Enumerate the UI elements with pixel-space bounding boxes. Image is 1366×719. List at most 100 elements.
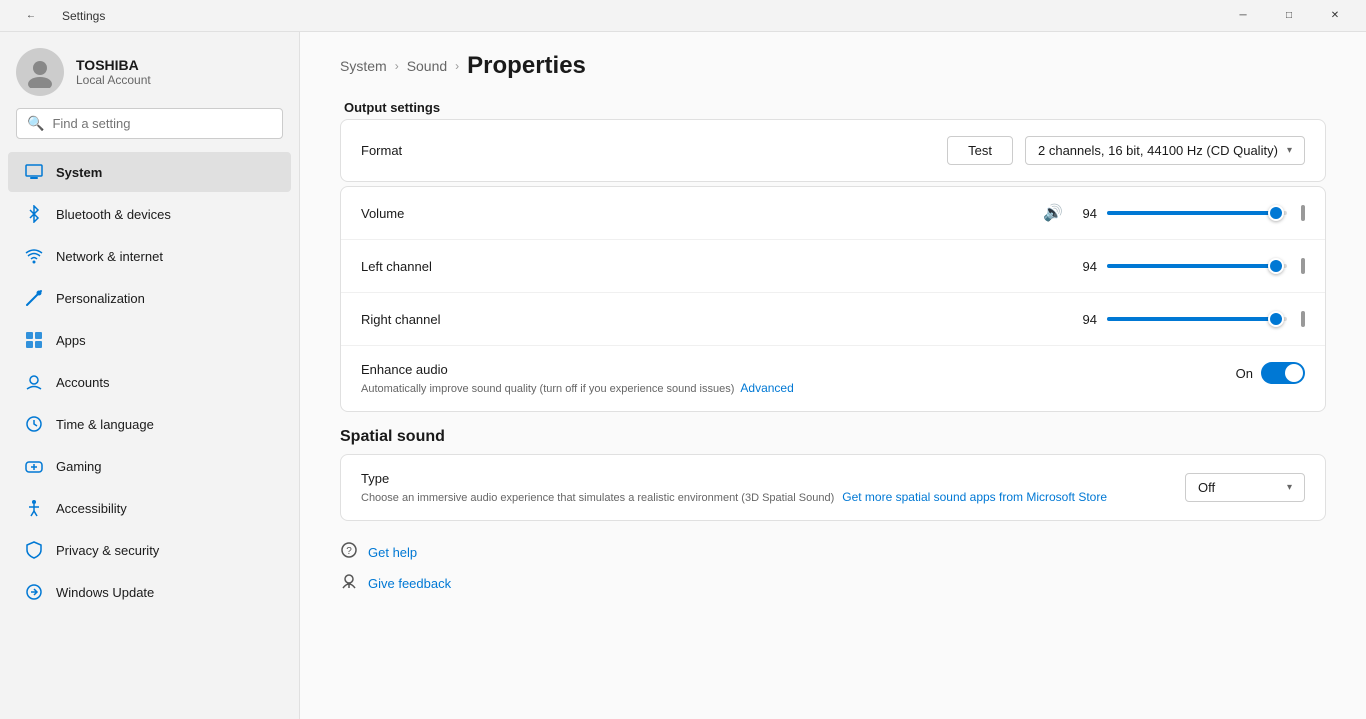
volume-control: 🔊 94 [1043,203,1305,223]
time-icon [24,414,44,434]
right-channel-value: 94 [1073,312,1097,327]
store-link[interactable]: Get more spatial sound apps from Microso… [842,490,1107,504]
sidebar-item-bluetooth[interactable]: Bluetooth & devices [8,194,291,234]
sidebar-label-accessibility: Accessibility [56,501,127,516]
back-button[interactable]: ← [8,0,54,32]
volume-slider[interactable] [1107,203,1287,223]
sidebar-label-privacy: Privacy & security [56,543,159,558]
toggle-knob [1285,364,1303,382]
titlebar-left: ← Settings [8,0,105,32]
sidebar-label-apps: Apps [56,333,86,348]
sidebar-item-update[interactable]: Windows Update [8,572,291,612]
volume-icon: 🔊 [1043,203,1063,223]
volume-thumb[interactable] [1268,205,1284,221]
close-button[interactable]: ✕ [1312,0,1358,32]
sidebar-item-system[interactable]: System [8,152,291,192]
footer-links: ? Get help Give feedback [340,541,1326,595]
maximize-button[interactable]: □ [1266,0,1312,32]
output-settings-header: Output settings [340,100,1326,115]
main-content: System › Sound › Properties Output setti… [300,32,1366,719]
spatial-type-control: Off ▾ [1185,473,1305,502]
breadcrumb-sep-1: › [395,59,399,73]
titlebar-controls: ─ □ ✕ [1220,0,1358,32]
left-channel-thumb[interactable] [1268,258,1284,274]
right-channel-fill [1107,317,1276,321]
volume-slider-end [1301,205,1305,221]
search-bar[interactable]: 🔍 [16,108,283,139]
sidebar-item-personalization[interactable]: Personalization [8,278,291,318]
app-title: Settings [62,9,105,23]
breadcrumb-sound[interactable]: Sound [407,58,447,74]
breadcrumb-current: Properties [467,52,586,80]
breadcrumb-system[interactable]: System [340,58,387,74]
sidebar-label-update: Windows Update [56,585,154,600]
volume-card: Volume 🔊 94 Left channel [340,186,1326,412]
minimize-button[interactable]: ─ [1220,0,1266,32]
enhance-audio-toggle[interactable] [1261,362,1305,384]
get-help-link[interactable]: ? Get help [340,541,1326,564]
left-channel-track [1107,264,1287,268]
bluetooth-icon [24,204,44,224]
sidebar-label-system: System [56,165,102,180]
give-feedback-link[interactable]: Give feedback [340,572,1326,595]
sidebar-item-time[interactable]: Time & language [8,404,291,444]
format-label: Format [361,143,561,158]
format-row: Format Test 2 channels, 16 bit, 44100 Hz… [341,120,1325,181]
sidebar-label-network: Network & internet [56,249,163,264]
accounts-icon [24,372,44,392]
advanced-link[interactable]: Advanced [740,381,793,395]
chevron-down-icon-spatial: ▾ [1287,482,1292,493]
sidebar-label-time: Time & language [56,417,154,432]
format-card: Format Test 2 channels, 16 bit, 44100 Hz… [340,119,1326,182]
sidebar-label-gaming: Gaming [56,459,102,474]
test-button[interactable]: Test [947,136,1013,165]
sidebar-label-bluetooth: Bluetooth & devices [56,207,171,222]
search-icon: 🔍 [27,115,44,132]
right-channel-track [1107,317,1287,321]
personalization-icon [24,288,44,308]
format-dropdown[interactable]: 2 channels, 16 bit, 44100 Hz (CD Quality… [1025,136,1305,165]
get-help-label: Get help [368,545,417,560]
spatial-sound-card: Type Choose an immersive audio experienc… [340,454,1326,521]
left-channel-slider-end [1301,258,1305,274]
volume-label: Volume [361,206,561,221]
sidebar-item-accessibility[interactable]: Accessibility [8,488,291,528]
enhance-toggle-control: On [1236,362,1305,384]
format-selected: 2 channels, 16 bit, 44100 Hz (CD Quality… [1038,143,1278,158]
sidebar-item-gaming[interactable]: Gaming [8,446,291,486]
sidebar-label-personalization: Personalization [56,291,145,306]
spatial-type-row: Type Choose an immersive audio experienc… [341,455,1325,520]
avatar [16,48,64,96]
volume-row: Volume 🔊 94 [341,187,1325,240]
nav-items: System Bluetooth & devices Network & int… [0,147,299,617]
left-channel-control: 94 [1073,256,1305,276]
left-channel-label: Left channel [361,259,561,274]
right-channel-control: 94 [1073,309,1305,329]
enhance-toggle-label: On [1236,366,1253,381]
sidebar-item-network[interactable]: Network & internet [8,236,291,276]
feedback-icon [340,572,358,595]
volume-fill [1107,211,1276,215]
enhance-audio-label: Enhance audio [361,362,1196,377]
spatial-type-dropdown[interactable]: Off ▾ [1185,473,1305,502]
left-channel-fill [1107,264,1276,268]
apps-icon [24,330,44,350]
sidebar-item-accounts[interactable]: Accounts [8,362,291,402]
sidebar-item-privacy[interactable]: Privacy & security [8,530,291,570]
user-profile: TOSHIBA Local Account [0,32,299,108]
search-input[interactable] [52,116,272,131]
app-container: TOSHIBA Local Account 🔍 System Bluetooth [0,32,1366,719]
right-channel-slider[interactable] [1107,309,1287,329]
left-channel-slider[interactable] [1107,256,1287,276]
user-info: TOSHIBA Local Account [76,57,151,87]
right-channel-thumb[interactable] [1268,311,1284,327]
svg-text:?: ? [346,546,352,557]
breadcrumb: System › Sound › Properties [340,52,1326,80]
sidebar: TOSHIBA Local Account 🔍 System Bluetooth [0,32,300,719]
sidebar-item-apps[interactable]: Apps [8,320,291,360]
right-channel-row: Right channel 94 [341,293,1325,346]
spatial-type-selected: Off [1198,480,1215,495]
volume-track [1107,211,1287,215]
chevron-down-icon: ▾ [1287,145,1292,156]
privacy-icon [24,540,44,560]
